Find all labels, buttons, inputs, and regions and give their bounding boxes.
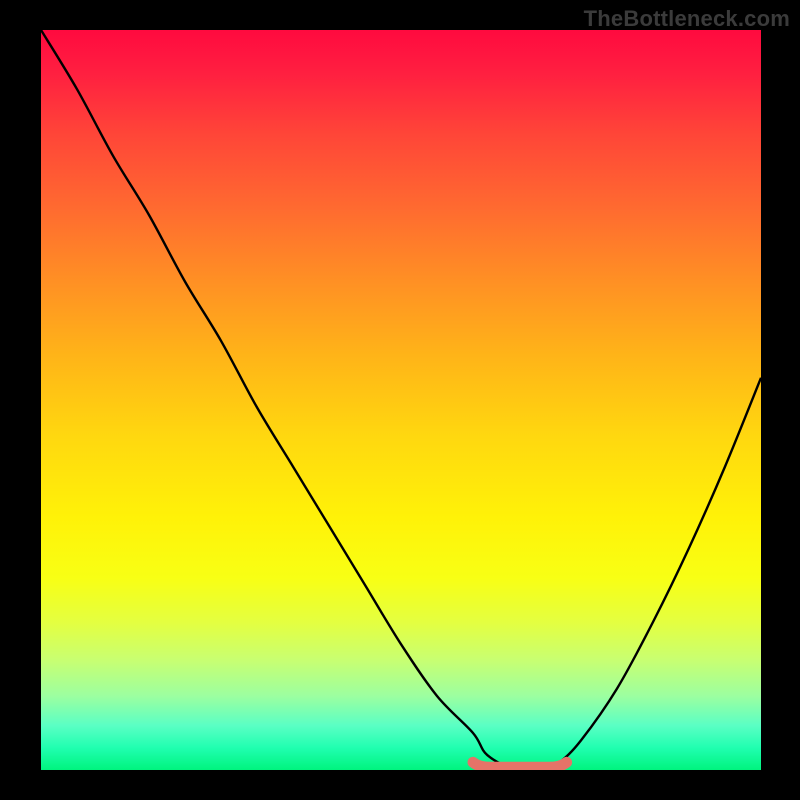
watermark-text: TheBottleneck.com [584,6,790,32]
chart-svg [41,30,761,770]
plot-area [41,30,761,770]
optimal-range-marker [473,762,567,767]
chart-frame: TheBottleneck.com [0,0,800,800]
bottleneck-curve [41,30,761,770]
